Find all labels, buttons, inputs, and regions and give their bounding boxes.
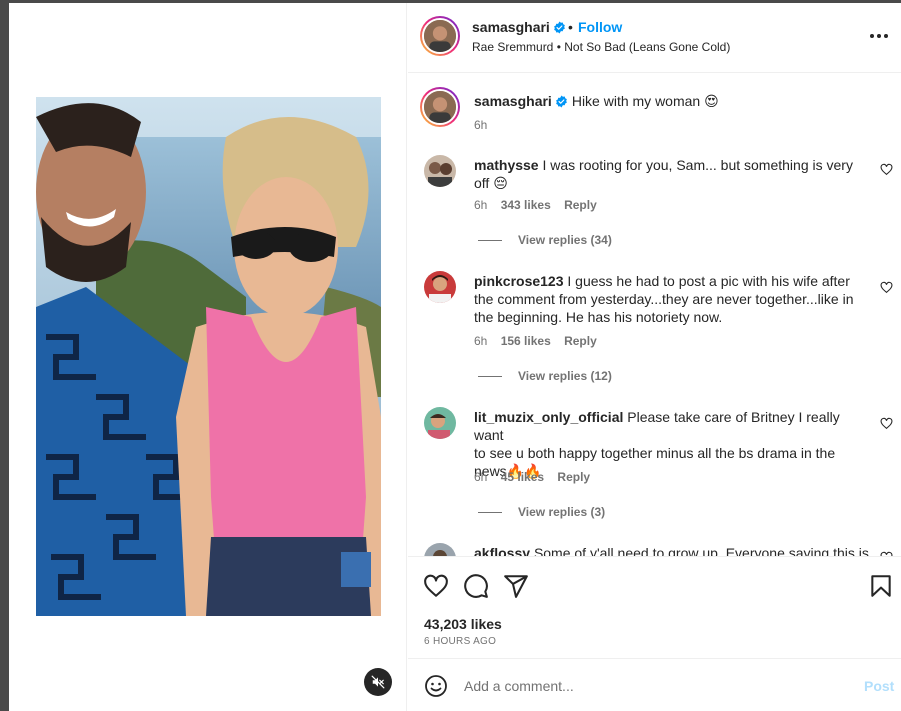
- add-comment-bar: Post: [408, 658, 901, 711]
- emoji-icon[interactable]: [424, 674, 448, 698]
- post-header: samasghari • Follow Rae Sremmurd • Not S…: [408, 3, 901, 73]
- comment-body: mathysse I was rooting for you, Sam... b…: [474, 156, 859, 192]
- comment-like-heart-icon[interactable]: [880, 163, 893, 176]
- comment-avatar[interactable]: [424, 543, 456, 556]
- view-replies-line: [478, 240, 502, 241]
- comment-avatar-image: [424, 271, 456, 303]
- header-separator: •: [568, 19, 573, 35]
- comment-likes[interactable]: 45 likes: [501, 470, 544, 484]
- verified-badge-icon: [555, 95, 567, 108]
- comment-likes[interactable]: 343 likes: [501, 198, 551, 212]
- comment-avatar-image: [424, 543, 456, 556]
- more-options-icon[interactable]: [868, 28, 890, 44]
- author-avatar[interactable]: [420, 16, 460, 56]
- caption-username[interactable]: samasghari: [474, 93, 552, 109]
- post-actions: 43,203 likes 6 HOURS AGO: [408, 556, 901, 658]
- comment-meta: 6h 45 likes Reply: [474, 470, 590, 484]
- caption: samasghari Hike with my woman 😍: [474, 92, 884, 110]
- comment-time: 6h: [474, 198, 488, 212]
- window-frame-left: [0, 0, 9, 711]
- post-detail-panel: samasghari • Follow Rae Sremmurd • Not S…: [408, 3, 901, 711]
- verified-badge-icon: [553, 21, 565, 34]
- post-photo[interactable]: [36, 97, 381, 616]
- comment-meta: 6h 343 likes Reply: [474, 198, 597, 212]
- follow-button[interactable]: Follow: [578, 19, 622, 35]
- media-panel: [9, 3, 407, 711]
- share-icon[interactable]: [503, 573, 529, 599]
- reply-button[interactable]: Reply: [557, 470, 590, 484]
- mute-icon: [371, 675, 385, 689]
- comments-list[interactable]: samasghari Hike with my woman 😍 6h mathys…: [408, 74, 901, 556]
- comment-time: 6h: [474, 470, 488, 484]
- comment-meta: 6h 156 likes Reply: [474, 334, 597, 348]
- view-replies-button[interactable]: View replies (3): [518, 505, 605, 519]
- comment-text: I was rooting for you, Sam... but someth…: [542, 157, 853, 173]
- comment-like-heart-icon[interactable]: [880, 281, 893, 294]
- author-username[interactable]: samasghari: [472, 19, 566, 35]
- comment-username[interactable]: pinkcrose123: [474, 273, 564, 289]
- comment-body: pinkcrose123 I guess he had to post a pi…: [474, 272, 869, 326]
- post-comment-button[interactable]: Post: [864, 678, 894, 694]
- reply-button[interactable]: Reply: [564, 198, 597, 212]
- comment-icon[interactable]: [463, 573, 489, 599]
- comment-avatar[interactable]: [424, 271, 456, 303]
- comment-text: I guess he had to post a pic with his wi…: [567, 273, 850, 289]
- view-replies-button[interactable]: View replies (12): [518, 369, 612, 383]
- view-replies-line: [478, 376, 502, 377]
- comment-text: Some of y'all need to grow up. Everyone …: [533, 545, 869, 556]
- author-username-text[interactable]: samasghari: [472, 19, 550, 35]
- audio-track-link[interactable]: Rae Sremmurd • Not So Bad (Leans Gone Co…: [472, 40, 730, 54]
- comment-username[interactable]: mathysse: [474, 157, 539, 173]
- bookmark-icon[interactable]: [868, 573, 894, 599]
- comment-text: off 😔: [474, 175, 508, 191]
- heart-icon[interactable]: [423, 573, 449, 599]
- comment-avatar-image: [424, 407, 456, 439]
- view-replies-line: [478, 512, 502, 513]
- reply-button[interactable]: Reply: [564, 334, 597, 348]
- comment-text: the comment from yesterday...they are ne…: [474, 291, 854, 307]
- comment-like-heart-icon[interactable]: [880, 417, 893, 430]
- caption-time: 6h: [474, 118, 488, 132]
- comment-text: the beginning. He has his notoriety now.: [474, 309, 723, 325]
- mute-button[interactable]: [364, 668, 392, 696]
- comment-avatar[interactable]: [424, 155, 456, 187]
- caption-avatar-image: [424, 91, 456, 123]
- post-photo-illustration: [36, 97, 381, 616]
- comment-text: to see u both happy together minus all t…: [474, 445, 836, 461]
- view-replies-button[interactable]: View replies (34): [518, 233, 612, 247]
- comment-likes[interactable]: 156 likes: [501, 334, 551, 348]
- comment-time: 6h: [474, 334, 488, 348]
- comment-input[interactable]: [464, 676, 844, 696]
- caption-avatar[interactable]: [420, 87, 460, 127]
- post-time[interactable]: 6 HOURS AGO: [424, 636, 496, 647]
- comment-avatar[interactable]: [424, 407, 456, 439]
- author-avatar-image: [424, 20, 456, 52]
- comment-username[interactable]: lit_muzix_only_official: [474, 409, 623, 425]
- likes-count[interactable]: 43,203 likes: [424, 616, 502, 632]
- caption-text: Hike with my woman 😍: [571, 93, 719, 109]
- comment-avatar-image: [424, 155, 456, 187]
- comment-body: akflossy Some of y'all need to grow up. …: [474, 544, 869, 556]
- comment-username[interactable]: akflossy: [474, 545, 530, 556]
